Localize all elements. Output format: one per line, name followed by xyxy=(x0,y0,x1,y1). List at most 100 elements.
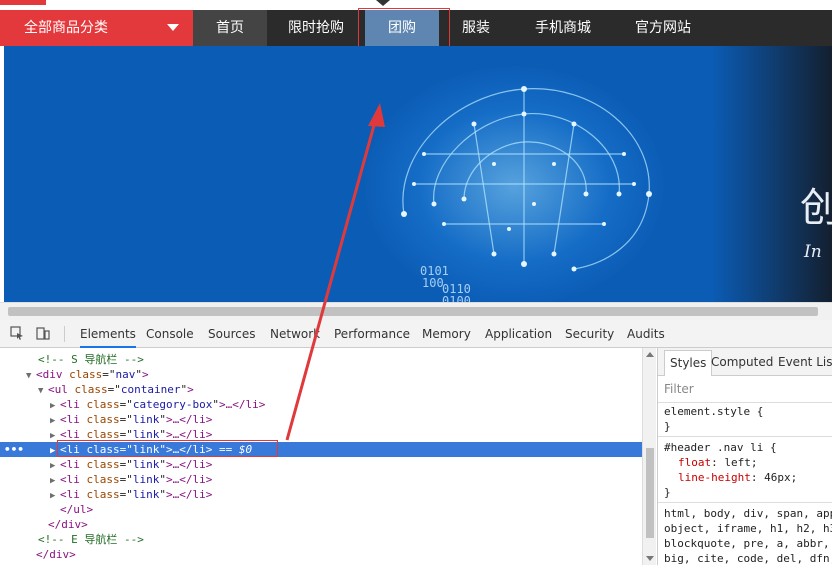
tab-sources[interactable]: Sources xyxy=(208,320,255,348)
ua-rule-line: big, cite, code, del, dfn, xyxy=(664,552,832,565)
tag-tail: >…</li> xyxy=(166,413,213,426)
dom-node[interactable]: ▼ <ul class="container"> xyxy=(0,382,642,397)
attr-name: class xyxy=(69,368,103,381)
device-toggle-icon[interactable] xyxy=(36,326,50,340)
tab-computed[interactable]: Computed xyxy=(711,348,773,376)
scroll-down-arrow-icon[interactable] xyxy=(646,556,654,561)
attr-name: class xyxy=(86,458,120,471)
decl-prop: line-height xyxy=(678,471,751,484)
dom-comment: <!-- E 导航栏 --> xyxy=(38,533,144,546)
tab-memory[interactable]: Memory xyxy=(422,320,471,348)
dom-node[interactable]: </ul> xyxy=(0,502,642,517)
decl-line-height[interactable]: line-height: 46px; xyxy=(678,470,797,485)
ua-rule-line: blockquote, pre, a, abbr, xyxy=(664,537,830,550)
tag-tail: >…</li> xyxy=(166,473,213,486)
tab-separator xyxy=(64,326,65,342)
rule-close: } xyxy=(664,486,671,499)
tag-tail: >…</li> xyxy=(166,488,213,501)
tab-application[interactable]: Application xyxy=(485,320,552,348)
tab-security[interactable]: Security xyxy=(565,320,614,348)
divider xyxy=(658,402,832,403)
nav-link-home[interactable]: 首页 xyxy=(193,10,267,46)
tag-name: ul xyxy=(54,383,68,396)
tab-styles[interactable]: Styles xyxy=(664,350,713,376)
tab-network[interactable]: Network xyxy=(270,320,320,348)
tag-bracket: < xyxy=(60,398,67,411)
tag-bracket: < xyxy=(60,473,67,486)
decl-prop: float xyxy=(678,456,712,469)
attr-value: link xyxy=(132,413,160,426)
tag-name: li xyxy=(66,473,80,486)
styles-filter-input[interactable]: Filter xyxy=(664,380,824,398)
dom-closing-tag: </ul> xyxy=(60,503,94,516)
dom-closing-tag: </div> xyxy=(48,518,88,531)
dom-node[interactable]: <!-- S 导航栏 --> xyxy=(0,352,642,367)
scrollbar-thumb[interactable] xyxy=(646,448,654,538)
screenshot-root: 全部商品分类 首页 限时抢购 团购 服装 手机商城 官方网站 0101 100 … xyxy=(0,0,832,565)
dom-comment: <!-- S 导航栏 --> xyxy=(38,353,144,366)
attr-value: link xyxy=(132,473,160,486)
dom-node[interactable]: ▶ <li class="link">…</li> xyxy=(0,487,642,502)
nav-link-clothing[interactable]: 服装 xyxy=(439,10,513,46)
tag-tail: > xyxy=(187,383,194,396)
attr-eq: =" xyxy=(119,473,133,486)
dom-node[interactable]: ▶ <li class="link">…</li> xyxy=(0,412,642,427)
dom-node[interactable]: </div> xyxy=(0,547,642,562)
nav-link-flash-sale[interactable]: 限时抢购 xyxy=(267,10,365,46)
attr-name: class xyxy=(86,398,120,411)
dom-node[interactable]: ▼ <div class="nav"> xyxy=(0,367,642,382)
category-label: 全部商品分类 xyxy=(24,20,108,36)
page-horizontal-scrollbar[interactable] xyxy=(0,302,832,320)
dom-node[interactable]: ▶ <li class="link">…</li> xyxy=(0,457,642,472)
tag-name: li xyxy=(66,398,80,411)
attr-quote: " xyxy=(159,473,166,486)
tag-tail: >…</li> xyxy=(166,458,213,471)
attr-value: link xyxy=(132,458,160,471)
hero-banner[interactable]: 0101 100 0110 0100 创 In xyxy=(4,46,832,302)
dom-closing-tag: </div> xyxy=(36,548,76,561)
highlight-annotation-dom xyxy=(57,440,278,457)
nav-link-mobile-mall[interactable]: 手机商城 xyxy=(513,10,613,46)
rule-close: } xyxy=(664,420,671,433)
dom-node[interactable]: ▶ <li class="category-box">…</li> xyxy=(0,397,642,412)
inspect-element-icon[interactable] xyxy=(10,326,24,340)
tag-bracket: < xyxy=(36,368,43,381)
dom-node[interactable]: </div> xyxy=(0,517,642,532)
circuit-lines-graphic xyxy=(401,86,652,272)
pointer-notch xyxy=(376,0,390,6)
divider xyxy=(658,436,832,437)
divider xyxy=(658,502,832,503)
tab-elements[interactable]: Elements xyxy=(80,320,136,348)
attr-name: class xyxy=(74,383,108,396)
attr-name: class xyxy=(86,488,120,501)
attr-value: category-box xyxy=(132,398,213,411)
attr-quote: " xyxy=(159,413,166,426)
scrollbar-thumb[interactable] xyxy=(8,307,818,316)
category-box[interactable]: 全部商品分类 xyxy=(0,10,193,46)
attr-value: link xyxy=(132,488,160,501)
attr-eq: =" xyxy=(119,413,133,426)
decl-float[interactable]: float: left; xyxy=(678,455,758,470)
tag-name: li xyxy=(66,488,80,501)
tab-event-listeners[interactable]: Event Liste xyxy=(778,348,832,376)
more-options-icon[interactable]: ••• xyxy=(4,442,24,457)
rule-selector-nav-li: #header .nav li { xyxy=(664,441,777,454)
attr-value: nav xyxy=(115,368,136,381)
binary-text-2: 100 xyxy=(422,276,444,290)
tag-bracket: < xyxy=(60,458,67,471)
tab-performance[interactable]: Performance xyxy=(334,320,410,348)
dom-node[interactable]: <!-- E 导航栏 --> xyxy=(0,532,642,547)
decl-value: 46px; xyxy=(764,471,798,484)
dom-tree-scrollbar[interactable] xyxy=(642,348,656,565)
nav-link-official-site[interactable]: 官方网站 xyxy=(613,10,713,46)
attr-quote: " xyxy=(159,458,166,471)
ua-rule-line: html, body, div, span, app xyxy=(664,507,832,520)
scroll-up-arrow-icon[interactable] xyxy=(646,352,654,357)
decl-value: left; xyxy=(724,456,758,469)
tab-audits[interactable]: Audits xyxy=(627,320,665,348)
styles-pane: Styles Computed Event Liste Filter eleme… xyxy=(657,348,832,565)
tab-console[interactable]: Console xyxy=(146,320,194,348)
ua-rule-line: object, iframe, h1, h2, h3 xyxy=(664,522,832,535)
attr-name: class xyxy=(86,413,120,426)
dom-node[interactable]: ▶ <li class="link">…</li> xyxy=(0,472,642,487)
